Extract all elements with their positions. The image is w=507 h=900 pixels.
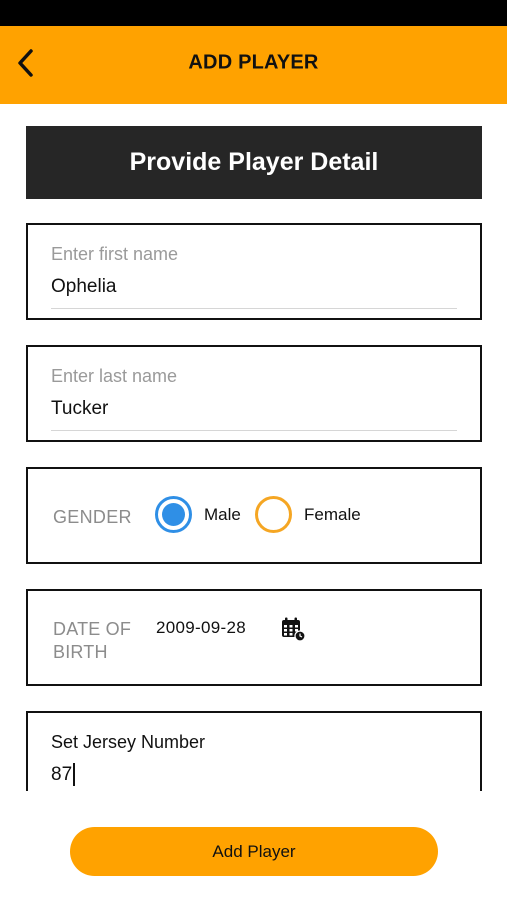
text-cursor xyxy=(73,763,76,786)
first-name-field[interactable]: Enter first name Ophelia xyxy=(26,223,482,320)
radio-selected-dot xyxy=(162,503,185,526)
last-name-field[interactable]: Enter last name Tucker xyxy=(26,345,482,442)
first-name-underline xyxy=(51,308,457,309)
status-bar xyxy=(0,0,507,26)
add-player-button[interactable]: Add Player xyxy=(70,827,438,876)
gender-female-radio[interactable] xyxy=(255,496,292,533)
jersey-number-value: 87 xyxy=(51,763,73,785)
calendar-icon[interactable] xyxy=(280,616,306,642)
first-name-placeholder: Enter first name xyxy=(51,244,179,264)
jersey-number-input[interactable]: 87 xyxy=(51,763,76,786)
gender-selector: GENDER Male Female xyxy=(26,467,482,564)
date-of-birth-label: DATE OF BIRTH xyxy=(53,619,132,662)
last-name-placeholder: Enter last name xyxy=(51,366,178,386)
date-of-birth-value[interactable]: 2009-09-28 xyxy=(156,618,246,638)
gender-male-radio[interactable] xyxy=(155,496,192,533)
page-title: ADD PLAYER xyxy=(188,51,319,74)
gender-female-label[interactable]: Female xyxy=(304,505,361,525)
section-banner: Provide Player Detail xyxy=(26,126,482,199)
jersey-number-label: Set Jersey Number xyxy=(51,732,206,752)
first-name-value[interactable]: Ophelia xyxy=(51,276,117,298)
gender-male-label[interactable]: Male xyxy=(204,505,241,525)
last-name-value[interactable]: Tucker xyxy=(51,398,108,420)
add-player-button-label: Add Player xyxy=(212,841,296,861)
last-name-underline xyxy=(51,430,457,431)
date-of-birth-field[interactable]: DATE OF BIRTH 2009-09-28 xyxy=(26,589,482,686)
gender-label: GENDER xyxy=(53,507,132,527)
app-header: ADD PLAYER xyxy=(0,26,507,104)
jersey-number-field[interactable]: Set Jersey Number 87 xyxy=(26,711,482,791)
banner-title: Provide Player Detail xyxy=(129,148,379,176)
